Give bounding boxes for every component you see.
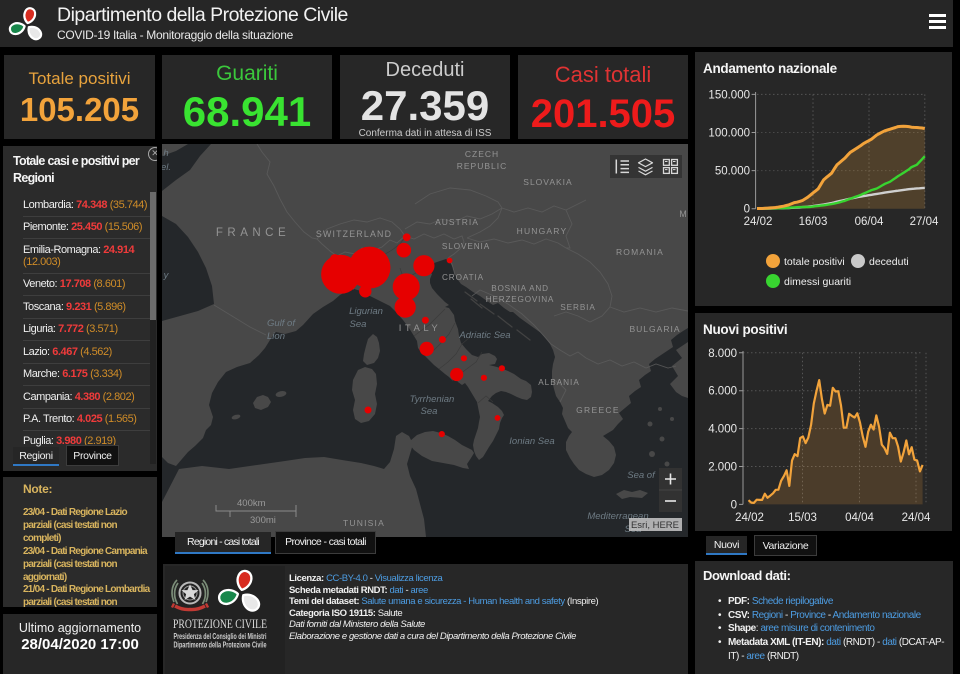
svg-text:6.000: 6.000 (708, 386, 737, 398)
svg-text:PROTEZIONE CIVILE: PROTEZIONE CIVILE (173, 617, 267, 631)
svg-text:CROATIA: CROATIA (442, 273, 484, 282)
svg-text:Tyrrhenian: Tyrrhenian (410, 394, 455, 405)
svg-text:REPUBLIC: REPUBLIC (457, 161, 508, 171)
svg-text:Ligurian: Ligurian (349, 306, 383, 317)
svg-text:400km: 400km (237, 498, 266, 509)
svg-text:el.: el. (162, 162, 171, 173)
svg-text:SWITZERLAND: SWITZERLAND (316, 229, 392, 239)
svg-text:Esri, HERE: Esri, HERE (631, 520, 679, 531)
svg-text:dimessi guariti: dimessi guariti (784, 276, 851, 288)
svg-text:SLOVENIA: SLOVENIA (442, 242, 490, 251)
svg-text:Sea: Sea (350, 319, 367, 330)
svg-text:Sea of: Sea of (627, 470, 656, 481)
svg-text:24/02: 24/02 (744, 216, 773, 228)
svg-text:GREECE: GREECE (576, 405, 620, 415)
svg-text:M: M (679, 209, 686, 219)
svg-text:ALBANIA: ALBANIA (538, 378, 580, 387)
svg-text:24/04: 24/04 (902, 512, 931, 524)
svg-text:8.000: 8.000 (708, 348, 737, 360)
svg-text:BULGARIA: BULGARIA (630, 324, 681, 334)
svg-text:06/04: 06/04 (855, 216, 884, 228)
svg-text:Lion: Lion (267, 331, 285, 342)
svg-text:Dipartimento della Protezione: Dipartimento della Protezione Civile (174, 641, 267, 650)
svg-text:HUNGARY: HUNGARY (517, 226, 568, 236)
svg-text:FRANCE: FRANCE (216, 227, 290, 239)
svg-text:Sea: Sea (421, 406, 438, 417)
svg-text:Gulf of: Gulf of (267, 318, 296, 329)
svg-text:16/03: 16/03 (799, 216, 828, 228)
svg-text:totale positivi: totale positivi (784, 256, 845, 268)
svg-text:24/02: 24/02 (735, 512, 764, 524)
svg-text:4.000: 4.000 (708, 424, 737, 436)
svg-text:ROMANIA: ROMANIA (616, 247, 664, 257)
svg-text:Ionian Sea: Ionian Sea (509, 436, 554, 447)
svg-text:15/03: 15/03 (788, 512, 817, 524)
svg-text:SERBIA: SERBIA (560, 303, 595, 312)
svg-text:50.000: 50.000 (715, 166, 750, 178)
svg-text:CZECH: CZECH (465, 149, 499, 159)
svg-text:ITALY: ITALY (399, 323, 442, 334)
svg-text:h: h (163, 148, 168, 159)
svg-text:27/04: 27/04 (910, 216, 939, 228)
svg-text:Adriatic Sea: Adriatic Sea (458, 330, 510, 341)
svg-text:TUNISIA: TUNISIA (343, 518, 385, 528)
svg-text:BOSNIA AND: BOSNIA AND (491, 284, 549, 293)
svg-text:0: 0 (744, 204, 750, 216)
svg-text:04/04: 04/04 (845, 512, 874, 524)
svg-text:AUSTRIA: AUSTRIA (435, 217, 479, 227)
svg-text:100.000: 100.000 (708, 128, 750, 140)
svg-text:HERZEGOVINA: HERZEGOVINA (486, 295, 554, 304)
svg-text:150.000: 150.000 (708, 89, 750, 101)
svg-text:SLOVAKIA: SLOVAKIA (523, 177, 572, 187)
svg-text:2.000: 2.000 (708, 462, 737, 474)
svg-text:0: 0 (731, 499, 737, 511)
svg-text:300mi: 300mi (250, 515, 276, 526)
svg-text:deceduti: deceduti (869, 256, 909, 268)
